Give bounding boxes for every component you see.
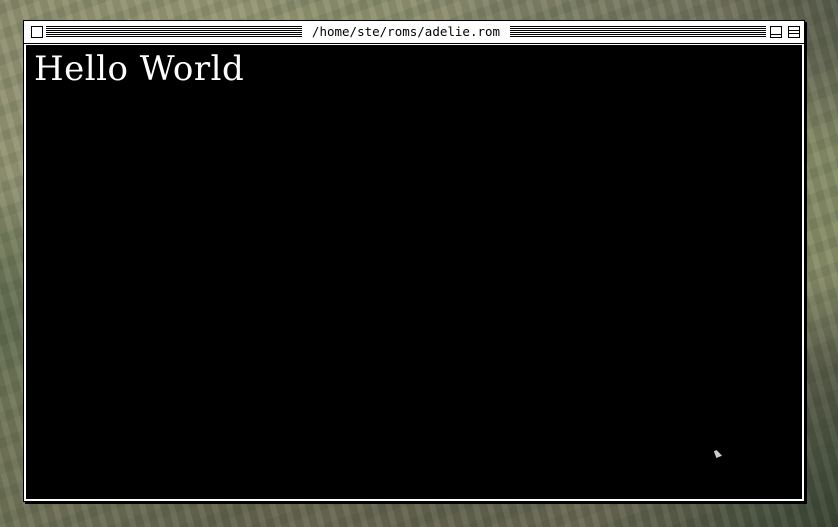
screen-output-text: Hello World [34,49,245,89]
window-title: /home/ste/roms/adelie.rom [302,24,510,40]
mouse-pointer-icon [713,449,723,458]
close-box-icon[interactable] [31,26,43,38]
emulator-window[interactable]: /home/ste/roms/adelie.rom Hello World [23,20,805,502]
zoom-box-icon[interactable] [770,26,782,38]
titlebar-stripes-left [46,26,302,37]
titlebar-stripes-right [510,26,766,37]
window-titlebar[interactable]: /home/ste/roms/adelie.rom [24,21,804,44]
emulator-screen[interactable]: Hello World [26,45,802,499]
shade-box-icon[interactable] [788,26,800,38]
